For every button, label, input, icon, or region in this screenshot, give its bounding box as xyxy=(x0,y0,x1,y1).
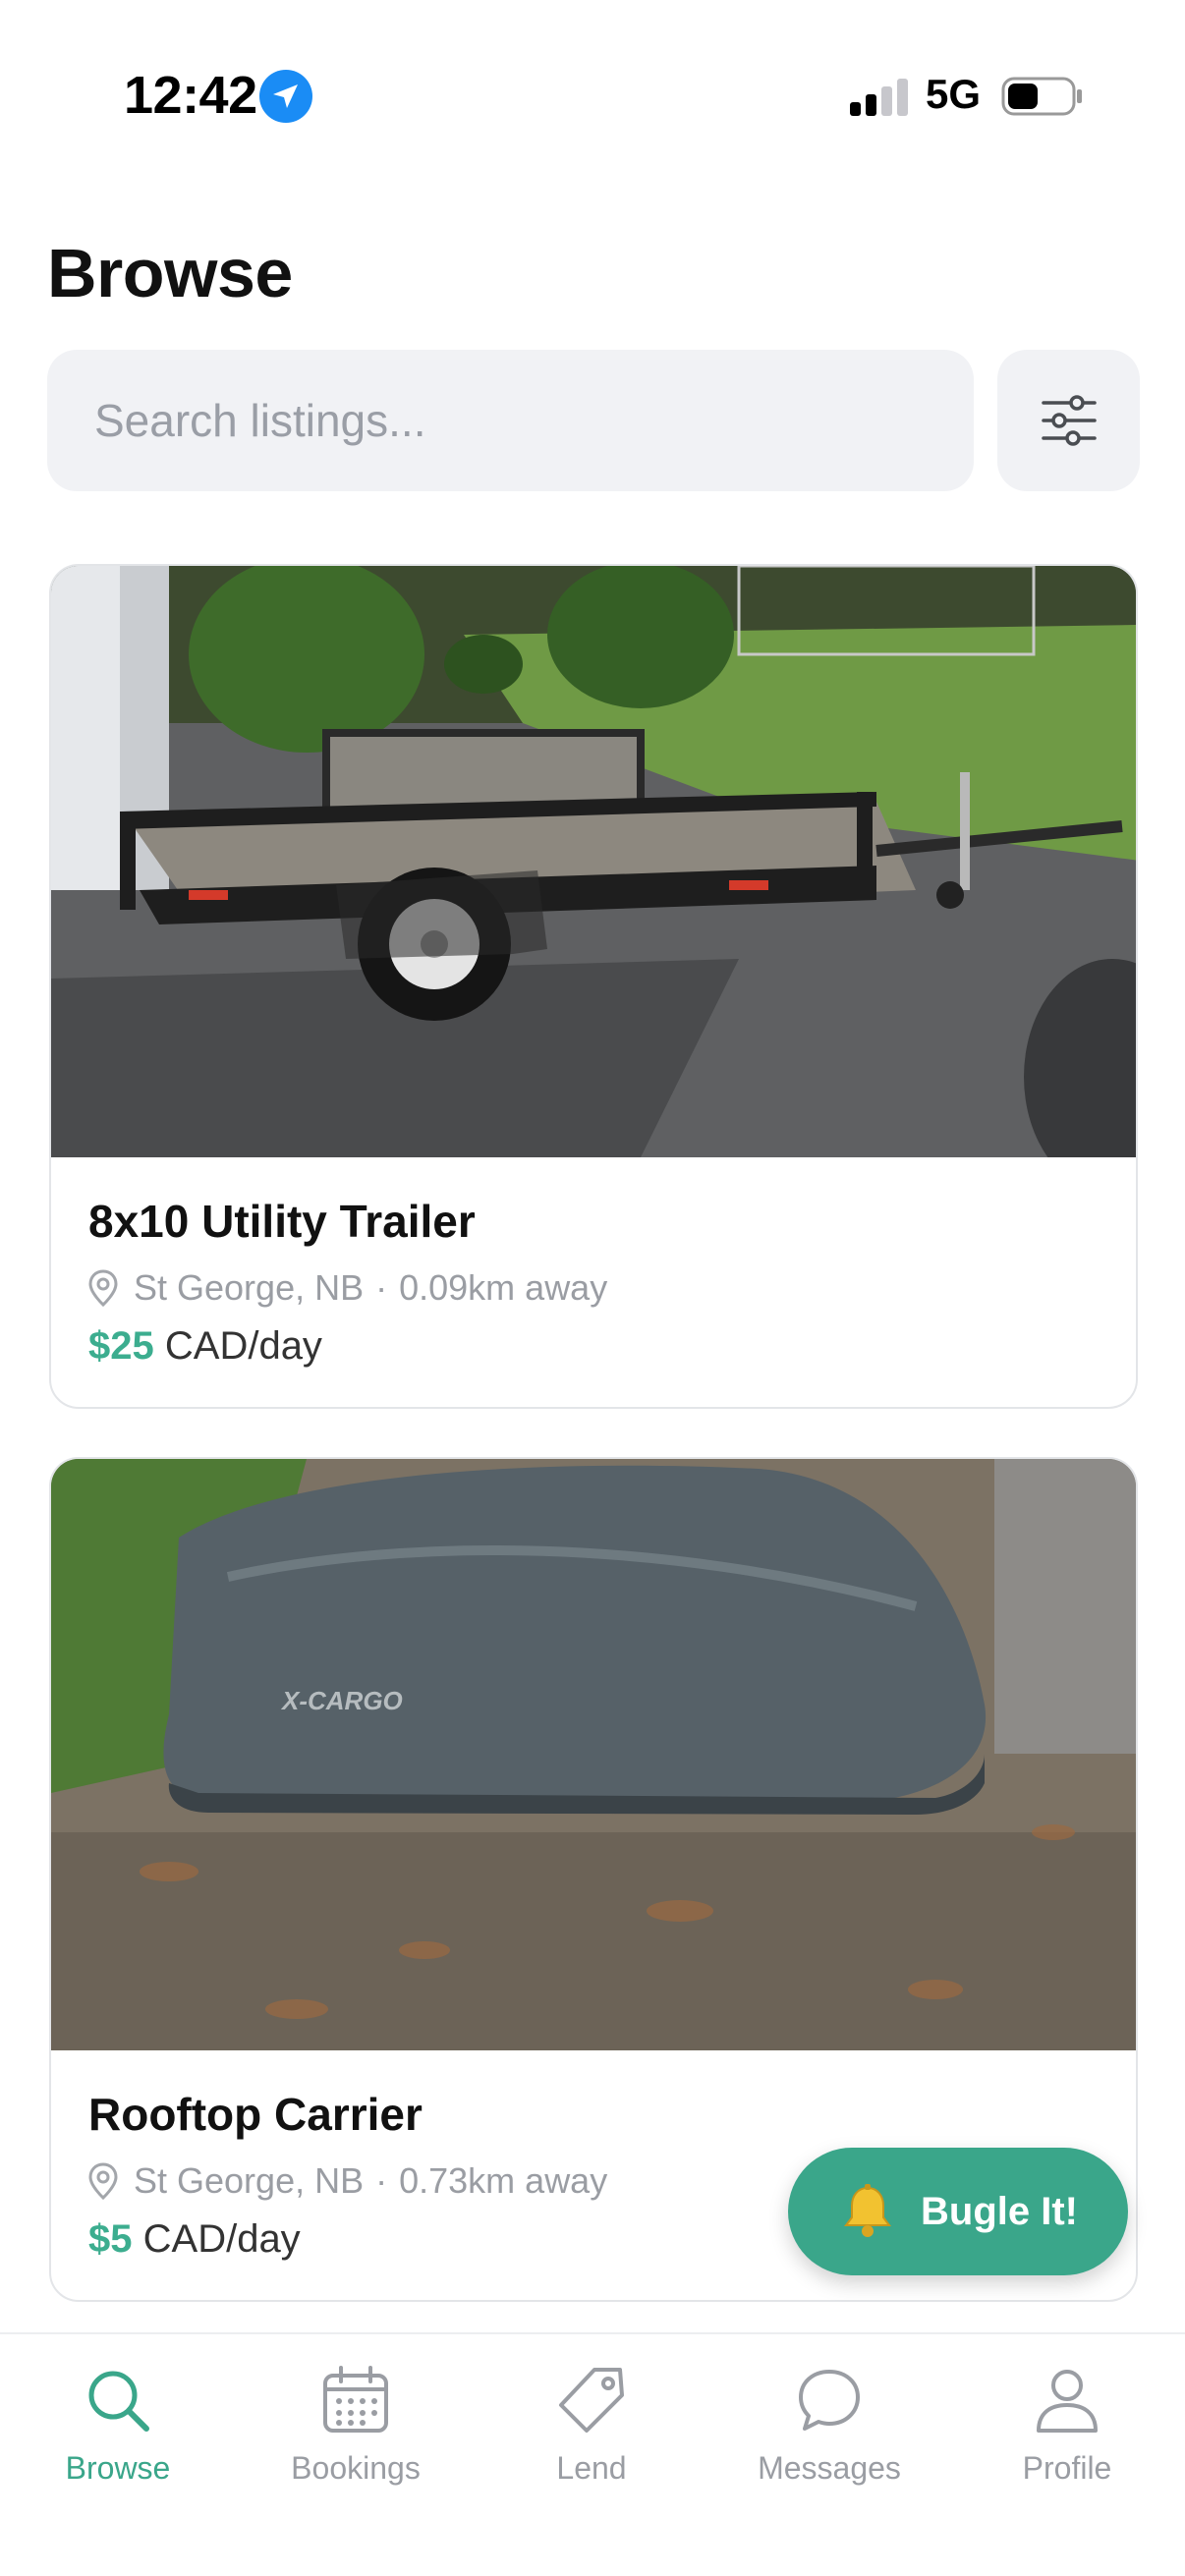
tab-browse[interactable]: Browse xyxy=(10,2364,226,2511)
chat-bubble-icon xyxy=(799,2370,860,2431)
map-pin-icon xyxy=(88,2162,118,2200)
listing-price-unit: CAD/day xyxy=(142,2217,301,2261)
listing-card[interactable]: 8x10 Utility Trailer St George, NB · 0.0… xyxy=(49,564,1138,1409)
location-arrow-icon xyxy=(259,70,312,123)
listing-price-row: $5 CAD/day xyxy=(88,2217,301,2262)
listing-price-unit: CAD/day xyxy=(164,1324,322,1368)
svg-text:X-CARGO: X-CARGO xyxy=(280,1686,403,1715)
sliders-icon xyxy=(1041,395,1097,446)
meta-separator: · xyxy=(375,1267,388,1308)
listing-price-row: $25 CAD/day xyxy=(88,1324,322,1369)
status-time: 12:42 xyxy=(124,66,257,125)
page-title: Browse xyxy=(47,235,293,311)
map-pin-icon xyxy=(88,1269,118,1307)
calendar-icon xyxy=(323,2366,388,2433)
status-bar: 12:42 5G xyxy=(0,0,1185,138)
listing-location-row: St George, NB · 0.09km away xyxy=(88,1263,607,1313)
tab-lend-label: Lend xyxy=(556,2450,627,2486)
battery-icon xyxy=(1001,77,1082,116)
tab-messages-label: Messages xyxy=(758,2450,901,2486)
tab-profile[interactable]: Profile xyxy=(959,2364,1175,2511)
tab-bookings[interactable]: Bookings xyxy=(248,2364,464,2511)
search-icon xyxy=(88,2371,149,2432)
network-label: 5G xyxy=(926,71,982,117)
listing-price: $25 xyxy=(88,1324,154,1368)
listing-photo-trailer xyxy=(51,566,1136,1157)
listing-photo-carrier: X-CARGO xyxy=(51,1459,1136,2050)
tab-browse-label: Browse xyxy=(65,2450,171,2486)
browse-screen: 12:42 5G Browse Search listings... 8x10 … xyxy=(0,0,1185,2576)
listing-title: Rooftop Carrier xyxy=(88,2089,423,2140)
person-icon xyxy=(1037,2370,1098,2433)
tab-bookings-label: Bookings xyxy=(291,2450,421,2486)
listing-distance: 0.09km away xyxy=(399,1267,608,1308)
search-bar[interactable] xyxy=(47,350,974,491)
bottom-tab-bar: Browse Bookings Lend Messages Profile xyxy=(0,2332,1185,2576)
listing-location: St George, NB xyxy=(134,2160,365,2201)
bugle-it-button[interactable]: Bugle It! xyxy=(788,2148,1128,2275)
search-input[interactable] xyxy=(47,350,974,491)
signal-icon xyxy=(850,79,908,116)
bell-icon xyxy=(844,2184,891,2237)
tab-messages[interactable]: Messages xyxy=(721,2364,937,2511)
bugle-it-label: Bugle It! xyxy=(921,2189,1078,2233)
listing-price: $5 xyxy=(88,2217,133,2261)
meta-separator: · xyxy=(375,2160,388,2201)
listing-title: 8x10 Utility Trailer xyxy=(88,1196,476,1247)
filter-button[interactable] xyxy=(997,350,1140,491)
tab-lend[interactable]: Lend xyxy=(483,2364,700,2511)
tab-profile-label: Profile xyxy=(1022,2450,1112,2486)
listing-distance: 0.73km away xyxy=(399,2160,608,2201)
listing-location: St George, NB xyxy=(134,1267,365,1308)
tag-icon xyxy=(559,2368,624,2433)
listing-location-row: St George, NB · 0.73km away xyxy=(88,2156,607,2206)
